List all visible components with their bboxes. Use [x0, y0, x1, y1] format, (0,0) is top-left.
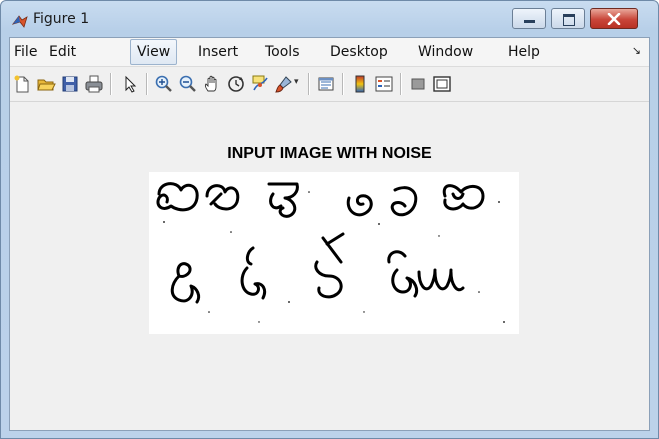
menu-desktop[interactable]: Desktop — [330, 43, 388, 61]
hide-plot-tools-icon[interactable] — [408, 74, 428, 94]
maximize-icon — [563, 14, 575, 26]
rotate-3d-icon[interactable] — [226, 74, 246, 94]
minimize-button[interactable] — [512, 8, 546, 29]
menu-bar: File Edit View Insert Tools Desktop Wind… — [10, 38, 649, 67]
pan-hand-icon[interactable] — [202, 74, 222, 94]
menu-dock-arrow-icon[interactable]: ↘ — [632, 44, 641, 57]
toolbar-separator — [146, 73, 148, 95]
select-arrow-icon[interactable] — [120, 74, 140, 94]
menu-tools[interactable]: Tools — [265, 43, 300, 61]
menu-edit[interactable]: Edit — [49, 43, 76, 61]
menu-insert[interactable]: Insert — [198, 43, 238, 61]
menu-window[interactable]: Window — [418, 43, 473, 61]
noisy-input-image — [149, 172, 519, 334]
zoom-out-icon[interactable] — [178, 74, 198, 94]
close-button[interactable] — [590, 8, 638, 29]
title-bar[interactable]: Figure 1 — [1, 1, 658, 37]
zoom-in-icon[interactable] — [154, 74, 174, 94]
window-title: Figure 1 — [33, 11, 90, 27]
brush-dropdown-icon[interactable]: ▾ — [294, 77, 302, 97]
toolbar-separator — [342, 73, 344, 95]
menu-help[interactable]: Help — [508, 43, 540, 61]
figure-client-area: File Edit View Insert Tools Desktop Wind… — [9, 37, 650, 431]
colorbar-icon[interactable] — [350, 74, 370, 94]
data-cursor-icon[interactable] — [250, 74, 270, 94]
legend-icon[interactable] — [374, 74, 394, 94]
handwritten-telugu-characters — [156, 182, 505, 323]
menu-file[interactable]: File — [14, 43, 37, 61]
toolbar-separator — [400, 73, 402, 95]
save-icon[interactable] — [60, 74, 80, 94]
minimize-icon — [524, 20, 535, 23]
link-plot-icon[interactable] — [316, 74, 336, 94]
figure-toolbar: ▾ — [10, 67, 649, 102]
print-icon[interactable] — [84, 74, 104, 94]
plot-title: INPUT IMAGE WITH NOISE — [227, 145, 432, 162]
new-figure-icon[interactable] — [12, 74, 32, 94]
toolbar-separator — [308, 73, 310, 95]
show-plot-tools-icon[interactable] — [432, 74, 452, 94]
close-icon — [607, 13, 621, 25]
figure-canvas: INPUT IMAGE WITH NOISE — [10, 102, 649, 430]
brush-icon[interactable] — [274, 74, 294, 94]
toolbar-separator — [110, 73, 112, 95]
figure-window: Figure 1 File Edit View Insert Tools Des… — [0, 0, 659, 439]
open-file-icon[interactable] — [36, 74, 56, 94]
maximize-button[interactable] — [551, 8, 585, 29]
menu-view[interactable]: View — [130, 39, 178, 65]
matlab-icon — [12, 15, 28, 28]
